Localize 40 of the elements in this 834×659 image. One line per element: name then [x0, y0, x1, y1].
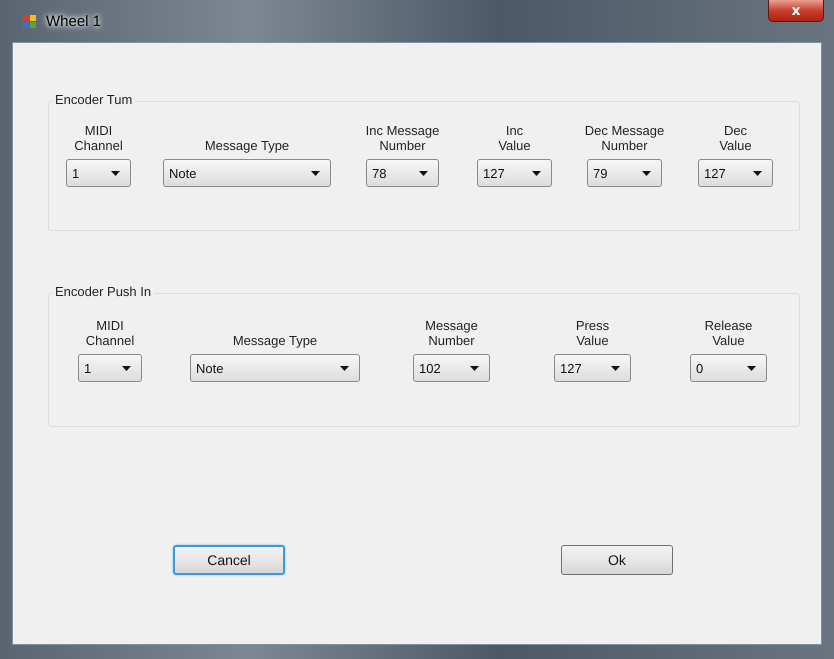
caret-icon: [419, 170, 428, 176]
group-title: Encoder Push In: [52, 284, 154, 299]
dropdown[interactable]: 0: [690, 354, 767, 382]
field-label: Dec Value: [718, 123, 753, 153]
dialog-button[interactable]: Cancel: [173, 545, 285, 575]
caret-icon: [122, 366, 131, 370]
dropdown[interactable]: 1: [66, 159, 131, 187]
window-title: Wheel 1: [46, 12, 102, 30]
caret-icon: [747, 366, 756, 370]
app-icon: [22, 13, 38, 29]
field-label: MIDI Channel: [73, 123, 124, 153]
dropdown[interactable]: 1: [78, 354, 142, 382]
dropdown[interactable]: Note: [190, 354, 360, 382]
close-button[interactable]: x: [768, 0, 824, 22]
caret-icon: [642, 170, 651, 176]
field-label: Inc Message Number: [364, 123, 440, 153]
group-title: Encoder Tum: [52, 92, 136, 107]
dropdown[interactable]: 79: [587, 159, 662, 187]
dialog-button[interactable]: Ok: [561, 545, 673, 575]
field-label: Message Type: [204, 138, 290, 153]
caret-icon: [311, 170, 320, 176]
dropdown[interactable]: 78: [366, 159, 439, 187]
field-label: Message Number: [424, 318, 479, 348]
dropdown[interactable]: 102: [413, 354, 490, 382]
caret-icon: [340, 366, 349, 370]
caret-icon: [532, 170, 541, 176]
field-label: Inc Value: [497, 123, 532, 153]
caret-icon: [753, 170, 762, 176]
caret-icon: [611, 366, 620, 370]
dropdown[interactable]: 127: [698, 159, 773, 187]
field-label: Message Type: [232, 333, 318, 348]
field-label: MIDI Channel: [84, 318, 136, 348]
dropdown[interactable]: 127: [477, 159, 552, 187]
field-label: Dec Message Number: [584, 123, 666, 153]
caret-icon: [470, 366, 479, 370]
caret-icon: [111, 170, 120, 176]
field-label: Release Value: [704, 318, 754, 348]
dropdown[interactable]: Note: [163, 159, 331, 187]
field-label: Press Value: [574, 318, 610, 348]
dropdown[interactable]: 127: [554, 354, 631, 382]
